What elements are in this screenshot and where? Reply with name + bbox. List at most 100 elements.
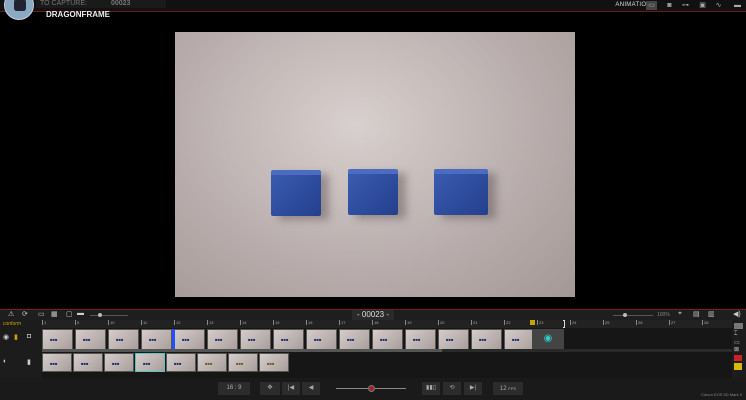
- speaker-icon[interactable]: ◀): [733, 310, 741, 318]
- split-icon[interactable]: ⌶: [734, 331, 738, 338]
- window-icon[interactable]: ▬: [732, 1, 743, 10]
- capture-counter: TO CAPTURE: 00023: [36, 0, 166, 8]
- frame-thumbnail[interactable]: [504, 329, 535, 350]
- camera-toggle-icon[interactable]: ◘: [27, 333, 31, 340]
- ruler-tick: 23: [537, 320, 544, 325]
- ruler-tick: 24: [570, 320, 577, 325]
- frame-thumbnail[interactable]: [141, 329, 172, 350]
- ruler-tick: 27: [669, 320, 676, 325]
- grid-view-icon[interactable]: ▦: [51, 310, 58, 318]
- ruler-tick: 10: [108, 320, 115, 325]
- reference-thumbnail[interactable]: [228, 353, 258, 372]
- track-side-tools: ⌶ ▭ ⊠: [732, 320, 746, 378]
- trash-icon[interactable]: ▮: [14, 333, 18, 341]
- move-icon[interactable]: ✥: [260, 382, 280, 395]
- refresh-icon[interactable]: ⟳: [22, 310, 28, 318]
- out-marker[interactable]: [563, 320, 565, 328]
- calculator-icon[interactable]: ▥: [708, 310, 715, 318]
- zoom-value: 100%: [657, 312, 670, 318]
- frame-thumbnail[interactable]: [108, 329, 139, 350]
- reference-thumbnail[interactable]: [42, 353, 72, 372]
- red-marker-icon[interactable]: [734, 355, 742, 361]
- play-marker-icon[interactable]: [734, 363, 742, 370]
- ruler-tick: 19: [405, 320, 412, 325]
- strip-view-icon[interactable]: ▬: [77, 310, 84, 317]
- track-label: conform: [3, 321, 22, 327]
- go-start-icon[interactable]: |◀: [282, 382, 300, 395]
- ruler-tick: 20: [438, 320, 445, 325]
- ruler-tick: 15: [273, 320, 280, 325]
- play-icon[interactable]: ▶|: [464, 382, 482, 395]
- fps-field[interactable]: 12 FPS: [493, 382, 523, 395]
- single-view-icon[interactable]: ▭: [38, 310, 45, 318]
- ruler-tick: 25: [603, 320, 610, 325]
- frame-icon[interactable]: ▭: [734, 339, 740, 346]
- capture-label: TO CAPTURE:: [40, 0, 87, 7]
- ruler-tick: 1: [42, 320, 47, 325]
- slider-knob[interactable]: [98, 313, 102, 317]
- ruler-tick: 14: [240, 320, 247, 325]
- ruler-tick: 21: [471, 320, 478, 325]
- visibility-icon[interactable]: ◉: [3, 333, 9, 341]
- viewer-icon[interactable]: ▭: [646, 1, 657, 10]
- onion-skin-icon[interactable]: ▮▮▯: [422, 382, 440, 395]
- frame-thumbnail[interactable]: [471, 329, 502, 350]
- keyboard-icon[interactable]: ▤: [693, 310, 700, 318]
- timeline-icon[interactable]: ⊶: [680, 1, 691, 10]
- frame-view-icon[interactable]: ▢: [66, 310, 73, 318]
- reference-thumbnail[interactable]: [197, 353, 227, 372]
- frame-thumbnail[interactable]: [372, 329, 403, 350]
- camera-viewer[interactable]: [175, 32, 575, 297]
- camera-icon: ◉: [543, 333, 553, 344]
- dragon-logo-icon: [4, 0, 34, 20]
- reference-thumbnail[interactable]: [166, 353, 196, 372]
- graph-icon[interactable]: ∿: [713, 1, 724, 10]
- scrollbar-thumb[interactable]: [42, 349, 442, 352]
- reference-thumbnail[interactable]: [135, 353, 165, 372]
- reference-thumbnail[interactable]: [259, 353, 289, 372]
- blue-cube: [348, 169, 398, 215]
- frame-thumbnail[interactable]: [207, 329, 238, 350]
- camera-icon[interactable]: ◙: [664, 1, 675, 10]
- app-title: DRAGONFRAME: [46, 10, 110, 19]
- frame-thumbnail[interactable]: [438, 329, 469, 350]
- onion-icon[interactable]: ◐: [3, 358, 7, 365]
- reference-thumbnail[interactable]: [73, 353, 103, 372]
- ruler-tick: 28: [702, 320, 709, 325]
- frame-thumbnail[interactable]: [75, 329, 106, 350]
- reference-thumbnail[interactable]: [104, 353, 134, 372]
- fps-unit: FPS: [508, 386, 517, 391]
- ruler-tick: 13: [207, 320, 214, 325]
- frame-thumbnail[interactable]: [339, 329, 370, 350]
- zoom-slider[interactable]: [613, 315, 653, 316]
- crosshair-icon[interactable]: ⌖: [678, 310, 682, 318]
- ruler-tick: 9: [75, 320, 80, 325]
- ruler-tick: 26: [636, 320, 643, 325]
- delete-icon[interactable]: ▮: [27, 358, 31, 366]
- frame-thumbnail[interactable]: [42, 329, 73, 350]
- frame-thumbnail[interactable]: [240, 329, 271, 350]
- frame-thumbnail[interactable]: [306, 329, 337, 350]
- image-icon[interactable]: [734, 323, 743, 329]
- close-box-icon[interactable]: ⊠: [734, 346, 739, 353]
- zoom-knob[interactable]: [623, 313, 627, 317]
- playhead[interactable]: [172, 329, 175, 349]
- settings-icon[interactable]: ▣: [697, 1, 708, 10]
- ruler-tick: 16: [306, 320, 313, 325]
- track-controls: [0, 320, 42, 378]
- warning-icon[interactable]: ⚠: [8, 310, 14, 318]
- fps-value: 12: [499, 386, 507, 392]
- thumb-size-slider[interactable]: [90, 315, 128, 316]
- aspect-button[interactable]: 16 : 9: [218, 382, 250, 395]
- frame-thumbnail[interactable]: [273, 329, 304, 350]
- step-back-icon[interactable]: ◀: [302, 382, 320, 395]
- blue-cube: [271, 170, 321, 216]
- in-marker[interactable]: [530, 320, 535, 325]
- camera-model: Canon EOS 5D Mark II: [701, 392, 742, 397]
- frame-thumbnail[interactable]: [174, 329, 205, 350]
- loop-icon[interactable]: ⟲: [443, 382, 461, 395]
- frame-number[interactable]: - 00023 -: [352, 310, 394, 320]
- frame-thumbnail[interactable]: [405, 329, 436, 350]
- live-view-cell[interactable]: ◉: [532, 329, 564, 349]
- slider-knob[interactable]: [368, 385, 375, 392]
